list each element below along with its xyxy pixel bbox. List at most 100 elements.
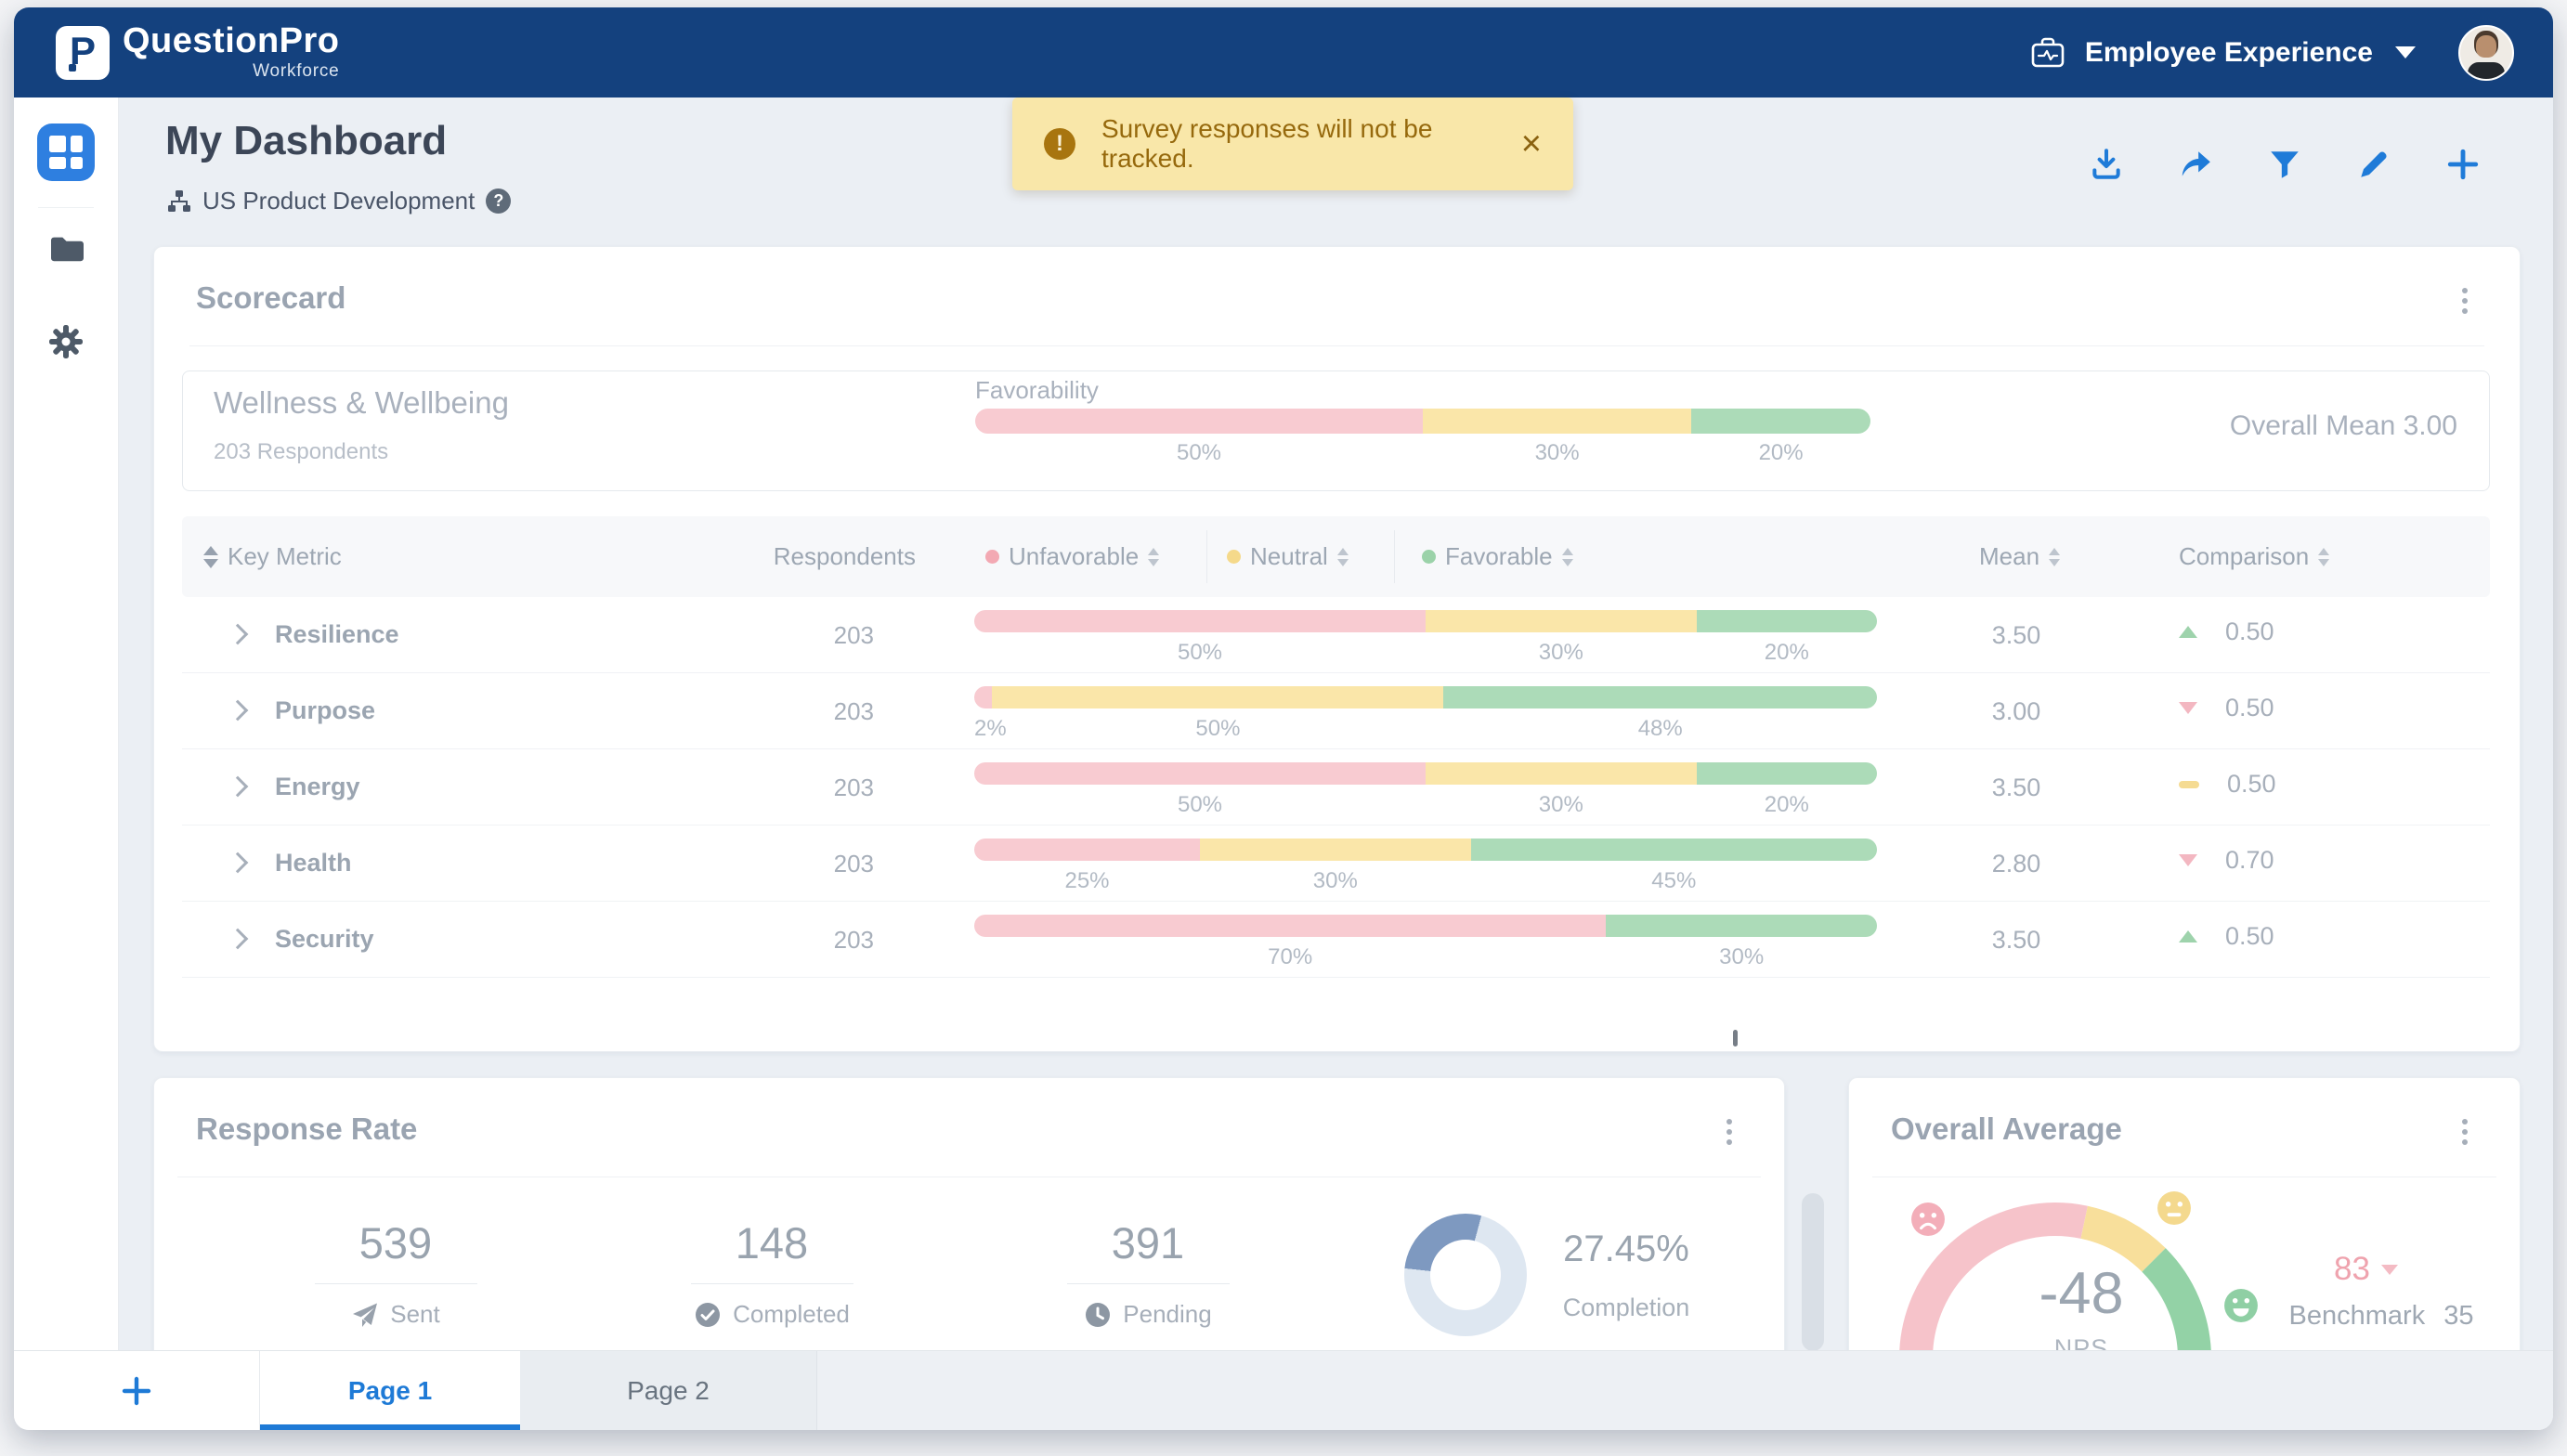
widget-title: Overall Average — [1891, 1112, 2122, 1147]
divider — [189, 345, 2484, 346]
comparison-value: 0.50 — [2225, 618, 2274, 646]
brand-text: QuestionPro Workforce — [123, 23, 340, 82]
table-row[interactable]: Resilience 203 50%30%20% 3.50 0.50 — [182, 597, 2490, 673]
dimension-name: Wellness & Wellbeing — [214, 385, 509, 421]
sort-icon[interactable] — [203, 546, 218, 568]
toast-notification: ! Survey responses will not be tracked. … — [1012, 98, 1573, 190]
help-icon[interactable]: ? — [486, 188, 511, 214]
table-row[interactable]: Health 203 25%30%45% 2.80 0.70 — [182, 826, 2490, 902]
page-tabbar: Page 1 Page 2 — [14, 1350, 2553, 1430]
favorability-bar — [975, 409, 1870, 434]
workspace-selector[interactable]: Employee Experience — [2085, 37, 2373, 69]
response-stat: 391 Pending — [1009, 1217, 1287, 1329]
download-icon[interactable] — [2089, 147, 2124, 182]
edit-icon[interactable] — [2356, 147, 2391, 182]
page-tab[interactable]: Page 1 — [260, 1351, 520, 1430]
mean-value: 3.50 — [1928, 926, 2104, 955]
kebab-menu-icon[interactable] — [2458, 1115, 2471, 1149]
overall-average-widget: Overall Average — [1848, 1077, 2521, 1351]
folder-icon[interactable] — [47, 230, 85, 267]
sort-icon[interactable] — [2049, 548, 2060, 566]
overall-mean: Overall Mean 3.00 — [2230, 410, 2457, 442]
sidebar-item-dashboards[interactable] — [37, 124, 95, 181]
metric-name: Security — [275, 925, 374, 954]
share-icon[interactable] — [2178, 147, 2213, 182]
bar-segment-label: 50% — [974, 640, 1426, 666]
brand-product: Workforce — [253, 61, 339, 82]
plus-icon — [120, 1374, 153, 1408]
bar-segment-neutral — [992, 686, 1443, 708]
resize-handle[interactable] — [1733, 1030, 1738, 1046]
expand-chevron-icon[interactable] — [228, 776, 249, 798]
kebab-menu-icon[interactable] — [1723, 1115, 1736, 1149]
chevron-down-icon[interactable] — [2395, 46, 2416, 58]
trend-up-icon — [2179, 930, 2197, 942]
sort-icon[interactable] — [2318, 548, 2329, 566]
settings-gear-icon[interactable] — [47, 323, 85, 360]
favorability-bar — [974, 915, 1877, 937]
sort-icon[interactable] — [1562, 548, 1573, 566]
left-sidebar — [14, 98, 119, 1351]
neutral-dot-icon — [1227, 550, 1241, 564]
respondents-value: 203 — [674, 621, 874, 650]
bar-segment-label: 48% — [1443, 716, 1877, 742]
bar-segment-unfavorable — [974, 686, 992, 708]
stat-label-row: Completed — [632, 1300, 911, 1329]
add-page-area — [14, 1351, 260, 1430]
questionpro-logo[interactable]: P — [56, 26, 110, 80]
comparison-value: 0.70 — [2225, 846, 2274, 875]
table-row[interactable]: Energy 203 50%30%20% 3.50 0.50 — [182, 749, 2490, 826]
respondents-value: 203 — [674, 926, 874, 955]
metric-name: Energy — [275, 773, 360, 801]
favorability-bar — [974, 686, 1877, 708]
bar-segment-unfavorable — [974, 915, 1606, 937]
stat-label-row: Pending — [1009, 1300, 1287, 1329]
page-tab[interactable]: Page 2 — [520, 1351, 817, 1430]
page-title: My Dashboard — [165, 118, 447, 164]
sort-icon[interactable] — [1337, 548, 1349, 566]
unfavorable-dot-icon — [985, 550, 999, 564]
table-row[interactable]: Security 203 70%30% 3.50 0.50 — [182, 902, 2490, 978]
mean-value: 3.50 — [1928, 774, 2104, 802]
expand-chevron-icon[interactable] — [228, 624, 249, 645]
stat-label-row: Sent — [256, 1300, 535, 1329]
bar-segment-unfavorable — [974, 838, 1200, 861]
bar-segment-unfavorable — [974, 610, 1426, 632]
column-favorable: Favorable — [1422, 516, 1573, 597]
divider — [315, 1283, 477, 1284]
bar-segment-favorable — [1606, 915, 1877, 937]
favorability-bar-labels: 25%30%45% — [974, 868, 1877, 894]
comparison-value: 0.50 — [2225, 922, 2274, 951]
stat-label: Sent — [390, 1300, 440, 1329]
benchmark-label: Benchmark — [2289, 1301, 2426, 1332]
bar-segment-label: 50% — [974, 792, 1426, 818]
expand-chevron-icon[interactable] — [228, 929, 249, 950]
divider — [177, 1176, 1761, 1177]
dimension-summary: Wellness & Wellbeing 203 Respondents Fav… — [182, 370, 2490, 491]
sort-icon[interactable] — [1148, 548, 1159, 566]
kebab-menu-icon[interactable] — [2458, 284, 2471, 318]
org-name[interactable]: US Product Development — [202, 187, 475, 215]
expand-chevron-icon[interactable] — [228, 700, 249, 722]
close-icon[interactable]: × — [1521, 126, 1542, 162]
nps-value: -48 — [1988, 1260, 2174, 1327]
add-widget-icon[interactable] — [2445, 147, 2481, 182]
header-divider — [1394, 530, 1395, 583]
bar-segment-favorable — [1471, 838, 1877, 861]
response-stat: 539 Sent — [256, 1217, 535, 1329]
sidebar-divider — [38, 207, 94, 208]
bar-segment-label: 20% — [1691, 440, 1870, 466]
scrollbar-thumb[interactable] — [1802, 1193, 1824, 1351]
trend-down-icon — [2179, 854, 2197, 866]
user-avatar[interactable] — [2458, 25, 2514, 81]
bar-segment-label: 50% — [992, 716, 1443, 742]
bar-segment-label: 30% — [1200, 868, 1471, 894]
filter-icon[interactable] — [2267, 147, 2302, 182]
check-circle-icon — [694, 1301, 722, 1329]
add-page-button[interactable] — [118, 1372, 155, 1410]
expand-chevron-icon[interactable] — [228, 852, 249, 874]
table-row[interactable]: Purpose 203 2%50%48% 3.00 0.50 — [182, 673, 2490, 749]
bar-segment-label: 30% — [1423, 440, 1691, 466]
table-body: Resilience 203 50%30%20% 3.50 0.50 Purpo… — [182, 597, 2490, 978]
bar-segment-label: 30% — [1426, 640, 1697, 666]
